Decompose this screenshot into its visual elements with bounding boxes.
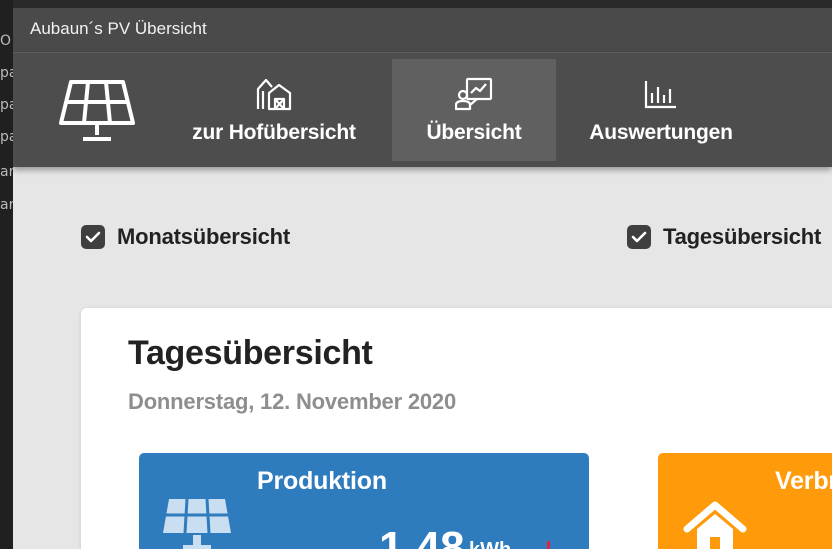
- background-text: ar: [0, 197, 13, 213]
- production-tile[interactable]: Produktion 1,48 kWh: [139, 453, 589, 549]
- daily-overview-card: Tagesübersicht Donnerstag, 12. November …: [81, 308, 832, 549]
- trend-indicator: [547, 541, 550, 549]
- nav-item-label: zur Hofübersicht: [192, 121, 356, 144]
- farm-barn-icon: [255, 77, 293, 111]
- window-title: Aubaun´s PV Übersicht: [30, 19, 207, 38]
- background-text: pa: [0, 97, 13, 113]
- production-value: 1,48: [379, 523, 465, 549]
- background-text: ar: [0, 164, 13, 180]
- bar-chart-icon: [642, 77, 680, 111]
- consumption-tile[interactable]: Verbr: [658, 453, 832, 549]
- checkbox-label: Monatsübersicht: [117, 224, 291, 249]
- title-bar[interactable]: Aubaun´s PV Übersicht: [13, 8, 832, 52]
- tile-title: Produktion: [257, 467, 387, 495]
- background-editor-strip: O pa pa pa ar ar: [0, 0, 13, 549]
- checkbox-checked-icon[interactable]: [627, 225, 651, 249]
- house-icon: [683, 499, 747, 549]
- nav-item-uebersicht[interactable]: Übersicht: [392, 59, 556, 161]
- checkbox-checked-icon[interactable]: [81, 225, 105, 249]
- nav-item-label: Übersicht: [426, 121, 522, 144]
- card-title: Tagesübersicht: [128, 334, 373, 372]
- production-unit: kWh: [469, 539, 511, 549]
- background-text: O: [0, 33, 12, 49]
- monthly-overview-checkbox[interactable]: Monatsübersicht: [81, 222, 290, 252]
- presentation-chart-icon: [454, 77, 493, 111]
- checkbox-label: Tagesübersicht: [663, 224, 822, 249]
- solar-panel-icon[interactable]: [57, 79, 137, 145]
- background-text: pa: [0, 129, 13, 145]
- daily-overview-checkbox[interactable]: Tagesübersicht: [627, 222, 821, 252]
- nav-item-auswertungen[interactable]: Auswertungen: [573, 59, 749, 161]
- app-window: Aubaun´s PV Übersicht zur Hofübersicht Ü…: [13, 8, 832, 549]
- top-navigation: zur Hofübersicht Übersicht Auswertungen: [13, 52, 832, 167]
- background-text: pa: [0, 65, 13, 81]
- tile-title: Verbr: [775, 467, 832, 495]
- nav-item-label: Auswertungen: [589, 121, 733, 144]
- nav-item-hofuebersicht[interactable]: zur Hofübersicht: [173, 59, 375, 161]
- solar-panel-icon: [161, 495, 233, 549]
- background-app-strip: [0, 0, 832, 8]
- card-date: Donnerstag, 12. November 2020: [128, 389, 457, 414]
